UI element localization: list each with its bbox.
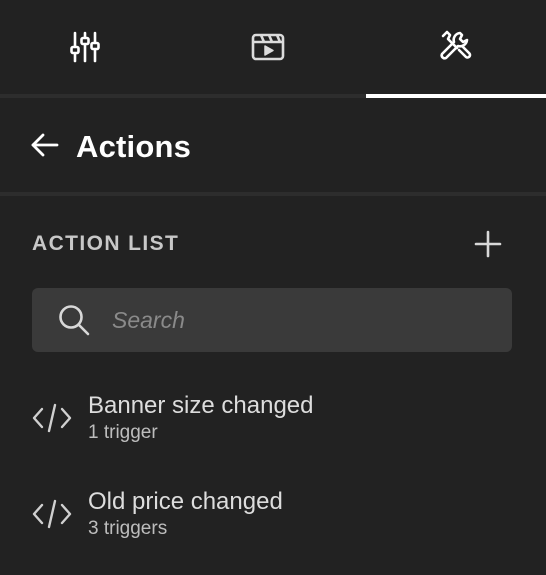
search-box: [32, 288, 512, 352]
tab-tools[interactable]: [366, 0, 546, 94]
actions-panel: Actions ACTION LIST Ban: [0, 0, 546, 575]
plus-icon: [474, 230, 502, 263]
code-icon: [30, 492, 74, 536]
sliders-icon: [68, 30, 102, 64]
arrow-left-icon: [30, 132, 60, 163]
action-text: Banner size changed 1 trigger: [88, 392, 314, 445]
action-trigger-count: 3 triggers: [88, 517, 168, 539]
action-trigger-count: 1 trigger: [88, 421, 158, 443]
action-name: Banner size changed: [88, 391, 314, 419]
tab-media[interactable]: [170, 0, 366, 94]
clapperboard-icon: [250, 31, 286, 63]
page-title: Actions: [76, 129, 192, 164]
page-header: Actions: [30, 120, 191, 174]
action-name: Old price changed: [88, 487, 283, 515]
back-button[interactable]: [30, 129, 66, 165]
search-input[interactable]: [112, 300, 472, 340]
active-tab-indicator: [366, 94, 546, 98]
list-item[interactable]: Banner size changed 1 trigger: [30, 382, 520, 454]
add-action-button[interactable]: [470, 228, 506, 264]
code-icon: [30, 396, 74, 440]
tools-icon: [438, 29, 474, 65]
tab-bar: [0, 0, 546, 98]
search-icon: [56, 302, 92, 338]
tab-adjustments[interactable]: [0, 0, 170, 94]
action-text: Old price changed 3 triggers: [88, 488, 283, 541]
header-divider: [0, 192, 546, 196]
tab-divider: [0, 94, 366, 98]
section-title: ACTION LIST: [32, 232, 180, 255]
list-item[interactable]: Old price changed 3 triggers: [30, 478, 520, 550]
